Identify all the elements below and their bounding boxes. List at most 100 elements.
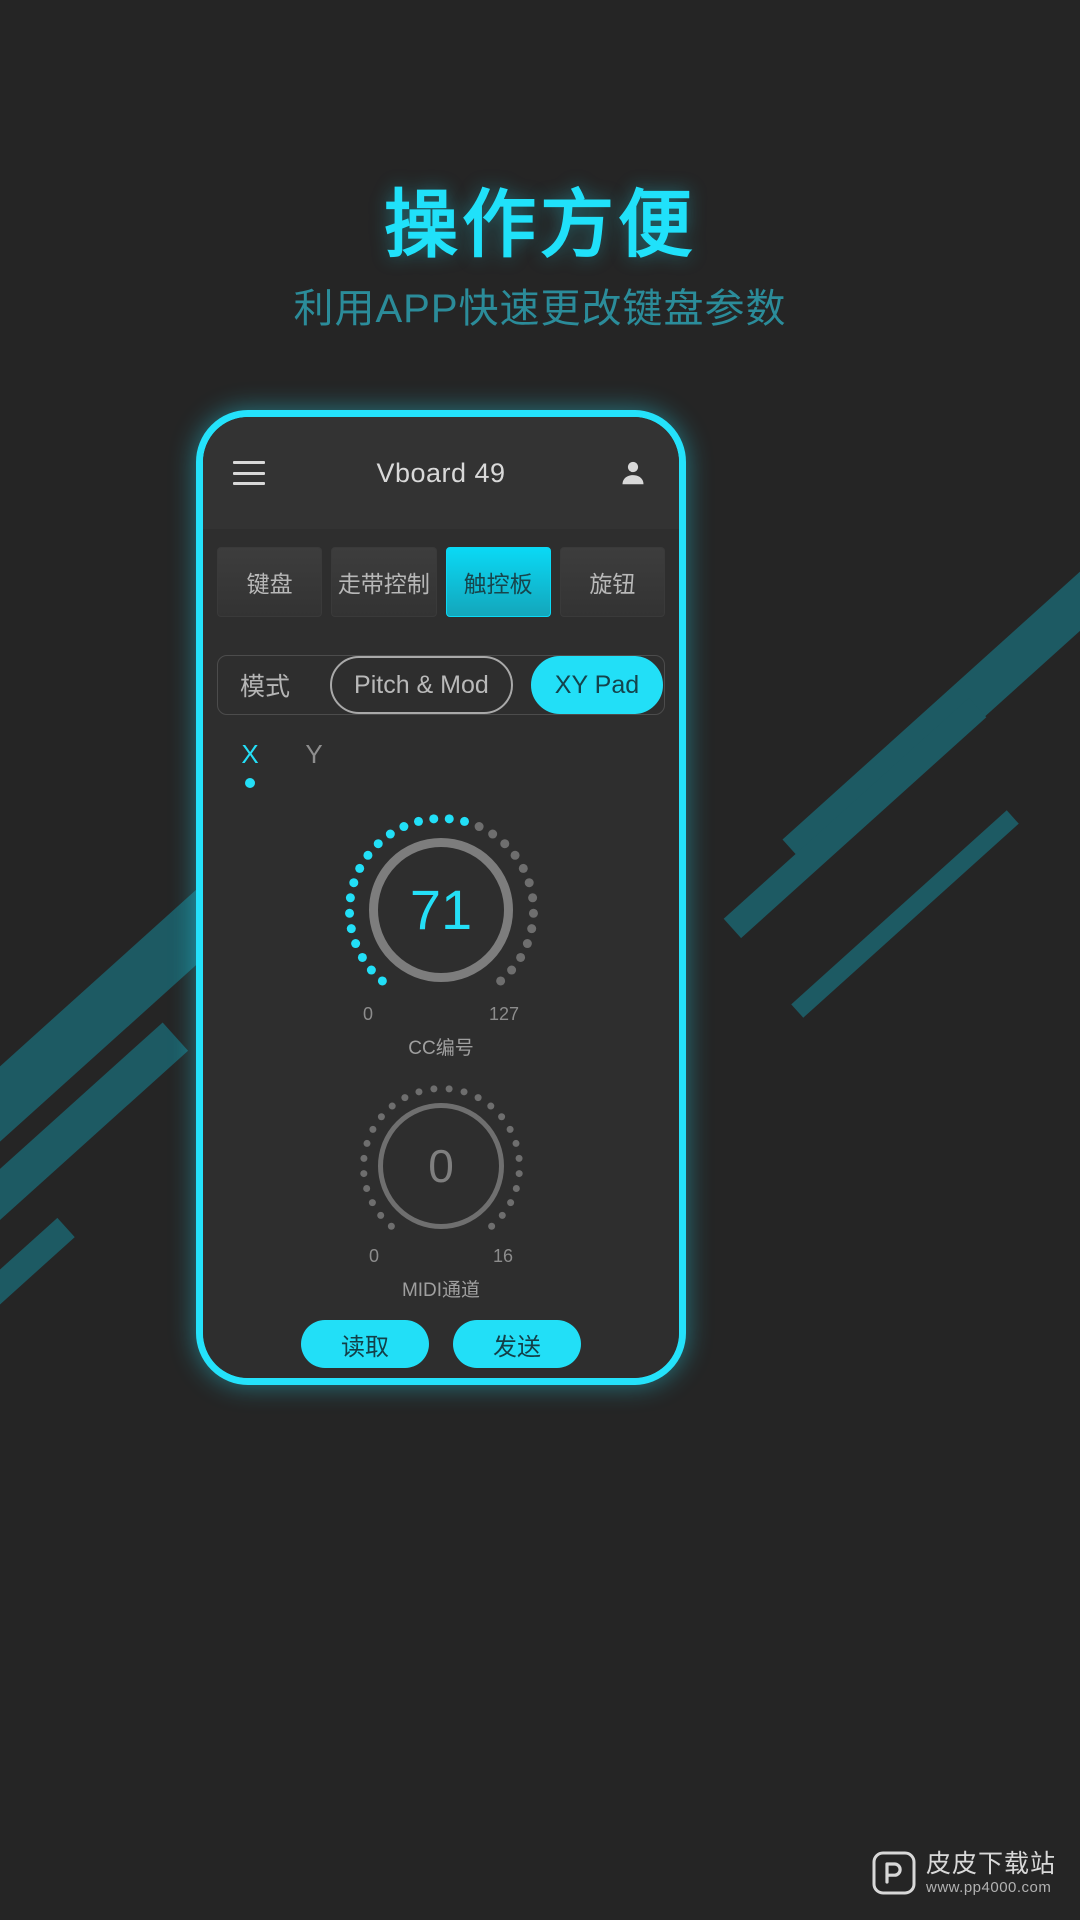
knob-midi-channel: 0 0 16 MIDI通道 bbox=[355, 1080, 527, 1302]
knob-tick bbox=[474, 1093, 482, 1101]
knob-tick bbox=[444, 813, 454, 823]
stripe-right-2 bbox=[723, 697, 987, 939]
knob-tick bbox=[362, 1139, 370, 1147]
knob-tick bbox=[497, 1112, 505, 1120]
axis-tab-y[interactable]: Y bbox=[299, 741, 329, 788]
knob-tick bbox=[459, 816, 469, 826]
knob-tick bbox=[344, 908, 354, 918]
axis-tab-x-label: X bbox=[241, 739, 259, 769]
knob-tick bbox=[359, 1169, 367, 1177]
knob-tick bbox=[498, 1211, 506, 1219]
watermark-logo-icon bbox=[872, 1851, 916, 1895]
knob-tick bbox=[506, 1125, 514, 1133]
mode-option-xy-pad[interactable]: XY Pad bbox=[530, 656, 664, 714]
knob-cc-dial[interactable]: 71 bbox=[341, 810, 541, 1010]
knob-tick bbox=[387, 1222, 395, 1230]
read-button[interactable]: 读取 bbox=[301, 1320, 429, 1368]
person-icon[interactable] bbox=[617, 457, 649, 489]
promo-headings: 操作方便 利用APP快速更改键盘参数 bbox=[0, 0, 1080, 332]
knob-tick bbox=[377, 1112, 385, 1120]
knob-tick bbox=[515, 952, 525, 962]
knob-tick bbox=[377, 975, 387, 985]
knob-midi-min: 0 bbox=[369, 1246, 380, 1266]
stripe-right-1 bbox=[782, 551, 1080, 873]
knob-tick bbox=[515, 1169, 523, 1177]
knob-cc-min: 0 bbox=[363, 1004, 374, 1024]
knob-cc-value: 71 bbox=[409, 878, 473, 941]
knob-tick bbox=[495, 975, 505, 985]
knob-tick bbox=[414, 1087, 422, 1095]
knob-tick bbox=[460, 1087, 468, 1095]
knob-tick bbox=[474, 821, 484, 831]
knob-cc-scale: 0 127 bbox=[341, 1004, 541, 1025]
tab-touchpad[interactable]: 触控板 bbox=[445, 547, 551, 617]
knob-tick bbox=[385, 829, 395, 839]
knob-tick bbox=[515, 1154, 523, 1162]
tab-keyboard[interactable]: 键盘 bbox=[217, 547, 323, 617]
knob-area: 71 0 127 CC编号 0 0 16 MIDI通道 bbox=[203, 788, 679, 1302]
watermark-name: 皮皮下载站 bbox=[925, 1850, 1056, 1878]
watermark-url: www.pp4000.com bbox=[925, 1878, 1052, 1896]
knob-tick bbox=[512, 1184, 520, 1192]
axis-tab-x-indicator bbox=[245, 778, 255, 788]
knob-tick bbox=[510, 850, 520, 860]
knob-tick bbox=[499, 838, 509, 848]
action-bar: 读取 发送 bbox=[203, 1302, 679, 1378]
knob-tick bbox=[506, 1198, 514, 1206]
axis-selector: X Y bbox=[203, 715, 679, 788]
stripe-left-2 bbox=[0, 1022, 189, 1466]
knob-tick bbox=[368, 1125, 376, 1133]
knob-tick bbox=[506, 965, 516, 975]
knob-tick bbox=[348, 877, 358, 887]
mode-card: 模式 Pitch & Mod XY Pad bbox=[217, 655, 665, 715]
axis-tab-x[interactable]: X bbox=[235, 741, 265, 788]
knob-tick bbox=[362, 1184, 370, 1192]
app-bar: Vboard 49 bbox=[203, 417, 679, 529]
knob-tick bbox=[357, 952, 367, 962]
knob-tick bbox=[400, 1093, 408, 1101]
knob-tick bbox=[373, 838, 383, 848]
knob-tick bbox=[368, 1198, 376, 1206]
knob-tick bbox=[527, 892, 537, 902]
axis-tab-y-label: Y bbox=[305, 739, 323, 769]
mode-option-pitch-mod[interactable]: Pitch & Mod bbox=[330, 656, 513, 714]
knob-midi-scale: 0 16 bbox=[355, 1246, 527, 1267]
knob-tick bbox=[526, 923, 536, 933]
knob-tick bbox=[429, 1084, 437, 1092]
stripe-left-3 bbox=[0, 1217, 75, 1519]
knob-tick bbox=[345, 892, 355, 902]
knob-tick bbox=[445, 1084, 453, 1092]
knob-tick bbox=[362, 850, 372, 860]
promo-subtitle: 利用APP快速更改键盘参数 bbox=[293, 286, 787, 331]
knob-tick bbox=[512, 1139, 520, 1147]
knob-cc-ring: 71 bbox=[369, 838, 513, 982]
axis-tab-y-indicator bbox=[309, 778, 319, 788]
mode-label: 模式 bbox=[240, 673, 291, 701]
knob-tick bbox=[428, 813, 438, 823]
knob-tick bbox=[350, 938, 360, 948]
knob-tick bbox=[487, 829, 497, 839]
knob-midi-max: 16 bbox=[492, 1246, 513, 1266]
knob-tick bbox=[366, 965, 376, 975]
knob-tick bbox=[524, 877, 534, 887]
phone-screen: Vboard 49 键盘 走带控制 触控板 旋钮 模式 Pitch & Mod … bbox=[203, 417, 679, 1378]
knob-tick bbox=[346, 923, 356, 933]
knob-tick bbox=[486, 1102, 494, 1110]
knob-midi-value: 0 bbox=[428, 1140, 454, 1192]
knob-tick bbox=[487, 1222, 495, 1230]
knob-tick bbox=[413, 816, 423, 826]
tab-transport[interactable]: 走带控制 bbox=[331, 547, 437, 617]
knob-tick bbox=[354, 863, 364, 873]
knob-tick bbox=[388, 1102, 396, 1110]
promo-title: 操作方便 bbox=[384, 183, 696, 266]
knob-midi-dial[interactable]: 0 bbox=[355, 1080, 527, 1252]
knob-tick bbox=[522, 938, 532, 948]
knob-cc-max: 127 bbox=[488, 1004, 519, 1024]
knob-midi-caption: MIDI通道 bbox=[401, 1280, 481, 1301]
knob-tick bbox=[518, 863, 528, 873]
tab-knob[interactable]: 旋钮 bbox=[559, 547, 665, 617]
knob-cc-number: 71 0 127 CC编号 bbox=[341, 810, 541, 1060]
hamburger-menu-icon[interactable] bbox=[233, 461, 265, 485]
send-button[interactable]: 发送 bbox=[453, 1320, 581, 1368]
knob-tick bbox=[398, 821, 408, 831]
